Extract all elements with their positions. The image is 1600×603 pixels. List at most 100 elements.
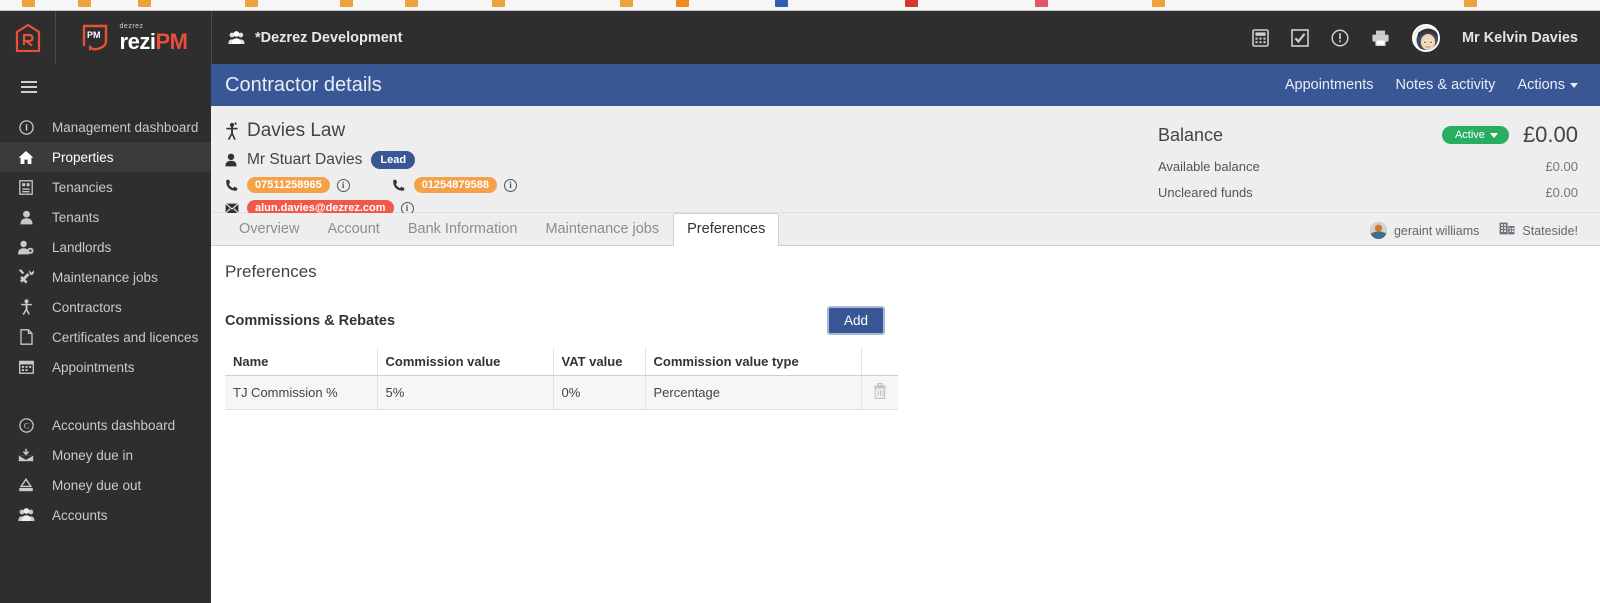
- tab-preferences[interactable]: Preferences: [673, 212, 780, 246]
- organisation-selector[interactable]: *Dezrez Development: [212, 11, 1252, 64]
- alert-circle-icon[interactable]: [1331, 28, 1349, 47]
- table-row[interactable]: TJ Commission % 5% 0% Percentage: [225, 375, 898, 410]
- sidebar-item-contractors[interactable]: Contractors: [0, 292, 211, 322]
- sidebar-toggle-button[interactable]: [0, 64, 211, 112]
- users-group-icon: [0, 508, 52, 522]
- section-title: Preferences: [225, 262, 317, 281]
- sidebar-item-label: Money due in: [52, 447, 134, 463]
- tab-bank-information[interactable]: Bank Information: [394, 213, 532, 245]
- calculator-icon[interactable]: [1252, 28, 1269, 47]
- envelope-icon: [225, 202, 247, 214]
- topbar-actions: Mr Kelvin Davies: [1252, 11, 1600, 64]
- sidebar-item-label: Properties: [52, 149, 114, 165]
- bookmark-icon[interactable]: [676, 0, 689, 7]
- phone-primary-badge[interactable]: 07511258965: [247, 177, 330, 193]
- sidebar-item-label: Accounts dashboard: [52, 417, 176, 433]
- outbox-up-icon: [0, 478, 52, 492]
- sidebar-item-label: Certificates and licences: [52, 329, 199, 345]
- trash-icon[interactable]: [873, 383, 887, 402]
- printer-icon[interactable]: [1371, 29, 1390, 47]
- commissions-title: Commissions & Rebates: [225, 312, 396, 329]
- uncleared-funds-value: £0.00: [1545, 185, 1578, 200]
- sidebar-item-money-due-out[interactable]: Money due out: [0, 470, 211, 500]
- sidebar-item-landlords[interactable]: Landlords: [0, 232, 211, 262]
- rezipm-logo[interactable]: PM dezrez reziPM: [56, 11, 212, 64]
- cell-name: TJ Commission %: [225, 375, 378, 410]
- tab-maintenance-jobs[interactable]: Maintenance jobs: [531, 213, 673, 245]
- add-button[interactable]: Add: [826, 306, 885, 335]
- commissions-header: Commissions & Rebates Add: [225, 306, 885, 335]
- sidebar-item-label: Appointments: [52, 359, 135, 375]
- sidebar-item-certificates-and-licences[interactable]: Certificates and licences: [0, 322, 211, 352]
- current-user-name[interactable]: Mr Kelvin Davies: [1462, 30, 1578, 46]
- sidebar-item-management-dashboard[interactable]: Management dashboard: [0, 112, 211, 142]
- bookmark-icon[interactable]: [245, 0, 258, 7]
- tab-overview[interactable]: Overview: [225, 213, 313, 245]
- sidebar-item-maintenance-jobs[interactable]: Maintenance jobs: [0, 262, 211, 292]
- company-name: Davies Law: [247, 120, 346, 141]
- sidebar-item-label: Tenancies: [52, 179, 113, 195]
- sidebar-item-properties[interactable]: Properties: [0, 142, 211, 172]
- actions-menu[interactable]: Actions: [1517, 77, 1578, 93]
- bookmark-icon[interactable]: [620, 0, 633, 7]
- branch-label: Stateside!: [1522, 223, 1578, 238]
- sidebar-item-money-due-in[interactable]: Money due in: [0, 440, 211, 470]
- sidebar-item-label: Tenants: [52, 209, 100, 225]
- rezi-r-logo-icon: [15, 23, 40, 52]
- notes-activity-link[interactable]: Notes & activity: [1396, 77, 1496, 93]
- person-icon: [225, 153, 247, 167]
- preferences-panel: Preferences Commissions & Rebates Add Na…: [211, 246, 1600, 410]
- sidebar-item-accounts-dashboard[interactable]: C Accounts dashboard: [0, 410, 211, 440]
- available-balance-row: Available balance £0.00: [1158, 159, 1578, 174]
- appointments-link[interactable]: Appointments: [1285, 77, 1374, 93]
- column-header-commission-value: Commission value: [377, 348, 554, 376]
- chevron-down-icon: [1489, 132, 1498, 138]
- branch-indicator[interactable]: Stateside!: [1499, 221, 1578, 240]
- balance-amount: £0.00: [1522, 122, 1578, 147]
- column-header-vat-value: VAT value: [553, 348, 646, 376]
- assigned-user[interactable]: geraint williams: [1369, 222, 1479, 239]
- phone-secondary-info-icon[interactable]: i: [503, 178, 517, 192]
- organisation-name: *Dezrez Development: [255, 29, 403, 46]
- column-header-commission-value-type: Commission value type: [645, 348, 862, 376]
- bookmark-icon[interactable]: [138, 0, 151, 7]
- commissions-table: Name Commission value VAT value Commissi…: [225, 348, 898, 410]
- rezi-r-logo[interactable]: [0, 11, 56, 64]
- logo-rezi-text: rezi: [119, 28, 156, 54]
- checkbox-icon[interactable]: [1291, 28, 1309, 47]
- page-header-bar: Contractor details Appointments Notes & …: [211, 64, 1600, 106]
- bookmark-icon[interactable]: [775, 0, 788, 7]
- contact-person-name: Mr Stuart Davies: [247, 151, 363, 168]
- phone-icon: [225, 179, 247, 192]
- tab-account[interactable]: Account: [313, 213, 393, 245]
- user-avatar[interactable]: [1411, 23, 1440, 52]
- bookmark-icon[interactable]: [340, 0, 353, 7]
- pm-badge-icon: PM: [82, 24, 107, 51]
- sidebar-item-label: Money due out: [52, 477, 142, 493]
- bookmark-icon[interactable]: [78, 0, 91, 7]
- bookmark-icon[interactable]: [492, 0, 505, 7]
- svg-text:PM: PM: [87, 30, 101, 40]
- sidebar-item-tenants[interactable]: Tenants: [0, 202, 211, 232]
- bookmark-icon[interactable]: [905, 0, 918, 7]
- calendar-icon: [0, 360, 52, 374]
- sidebar-item-appointments[interactable]: Appointments: [0, 352, 211, 382]
- sidebar-item-label: Contractors: [52, 299, 122, 315]
- sidebar-item-tenancies[interactable]: Tenancies: [0, 172, 211, 202]
- bookmark-icon[interactable]: [405, 0, 418, 7]
- available-balance-value: £0.00: [1545, 159, 1578, 174]
- tab-list: Overview Account Bank Information Mainte…: [225, 212, 780, 246]
- bookmark-icon[interactable]: [1152, 0, 1165, 7]
- sidebar-item-accounts[interactable]: Accounts: [0, 500, 211, 530]
- bookmark-icon[interactable]: [1035, 0, 1048, 7]
- phone-secondary-badge[interactable]: 01254879588: [413, 177, 497, 193]
- chevron-down-icon: [1570, 82, 1578, 88]
- status-badge[interactable]: Active: [1441, 126, 1509, 144]
- users-group-icon: [228, 30, 245, 44]
- cell-vat-value: 0%: [553, 375, 646, 410]
- table-header-row: Name Commission value VAT value Commissi…: [225, 348, 898, 376]
- uncleared-funds-label: Uncleared funds: [1158, 185, 1253, 200]
- phone-primary-info-icon[interactable]: i: [336, 178, 350, 192]
- bookmark-icon[interactable]: [1464, 0, 1477, 7]
- bookmark-icon[interactable]: [22, 0, 35, 7]
